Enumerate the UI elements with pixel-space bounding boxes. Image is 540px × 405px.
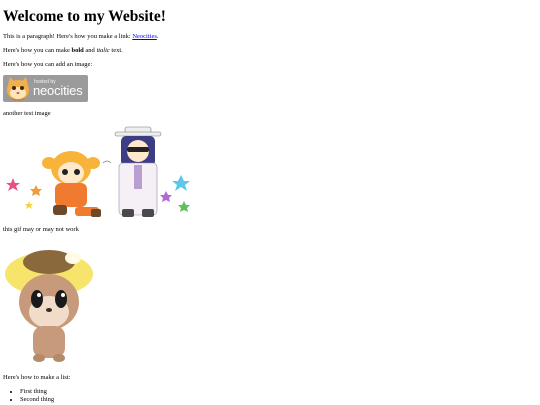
list-item: Second thing xyxy=(20,396,54,404)
badge-brand-text: neocities xyxy=(33,83,83,98)
bold-word: bold xyxy=(71,47,84,54)
gif-caption: this gif may or may not work xyxy=(3,226,79,233)
list-intro: Here's how to make a list: xyxy=(3,374,71,381)
page: Welcome to my Website! This is a paragra… xyxy=(0,0,540,405)
neocities-cat-icon xyxy=(7,77,29,101)
bold-middle: and xyxy=(83,47,97,54)
otter-gif-image xyxy=(3,244,95,364)
paragraph-end: . xyxy=(156,33,159,40)
neocities-badge[interactable]: hosted by neocities xyxy=(3,75,88,102)
list-item: First thing xyxy=(20,388,54,396)
neocities-link[interactable]: Neocities xyxy=(132,33,157,40)
anime-duo-image xyxy=(3,123,193,221)
page-title: Welcome to my Website! xyxy=(3,8,166,25)
formatting-paragraph: Here's how you can make bold and italic … xyxy=(3,47,123,55)
test-image-caption: another test image xyxy=(3,110,51,117)
image-intro: Here's how you can add an image: xyxy=(3,61,93,68)
example-list: First thing Second thing xyxy=(3,388,54,403)
paragraph-text: This is a paragraph! Here's how you make… xyxy=(3,33,133,40)
intro-paragraph: This is a paragraph! Here's how you make… xyxy=(3,33,159,41)
italic-word: italic xyxy=(96,47,110,54)
bold-suffix: text. xyxy=(109,47,123,54)
bold-prefix: Here's how you can make xyxy=(3,47,72,54)
